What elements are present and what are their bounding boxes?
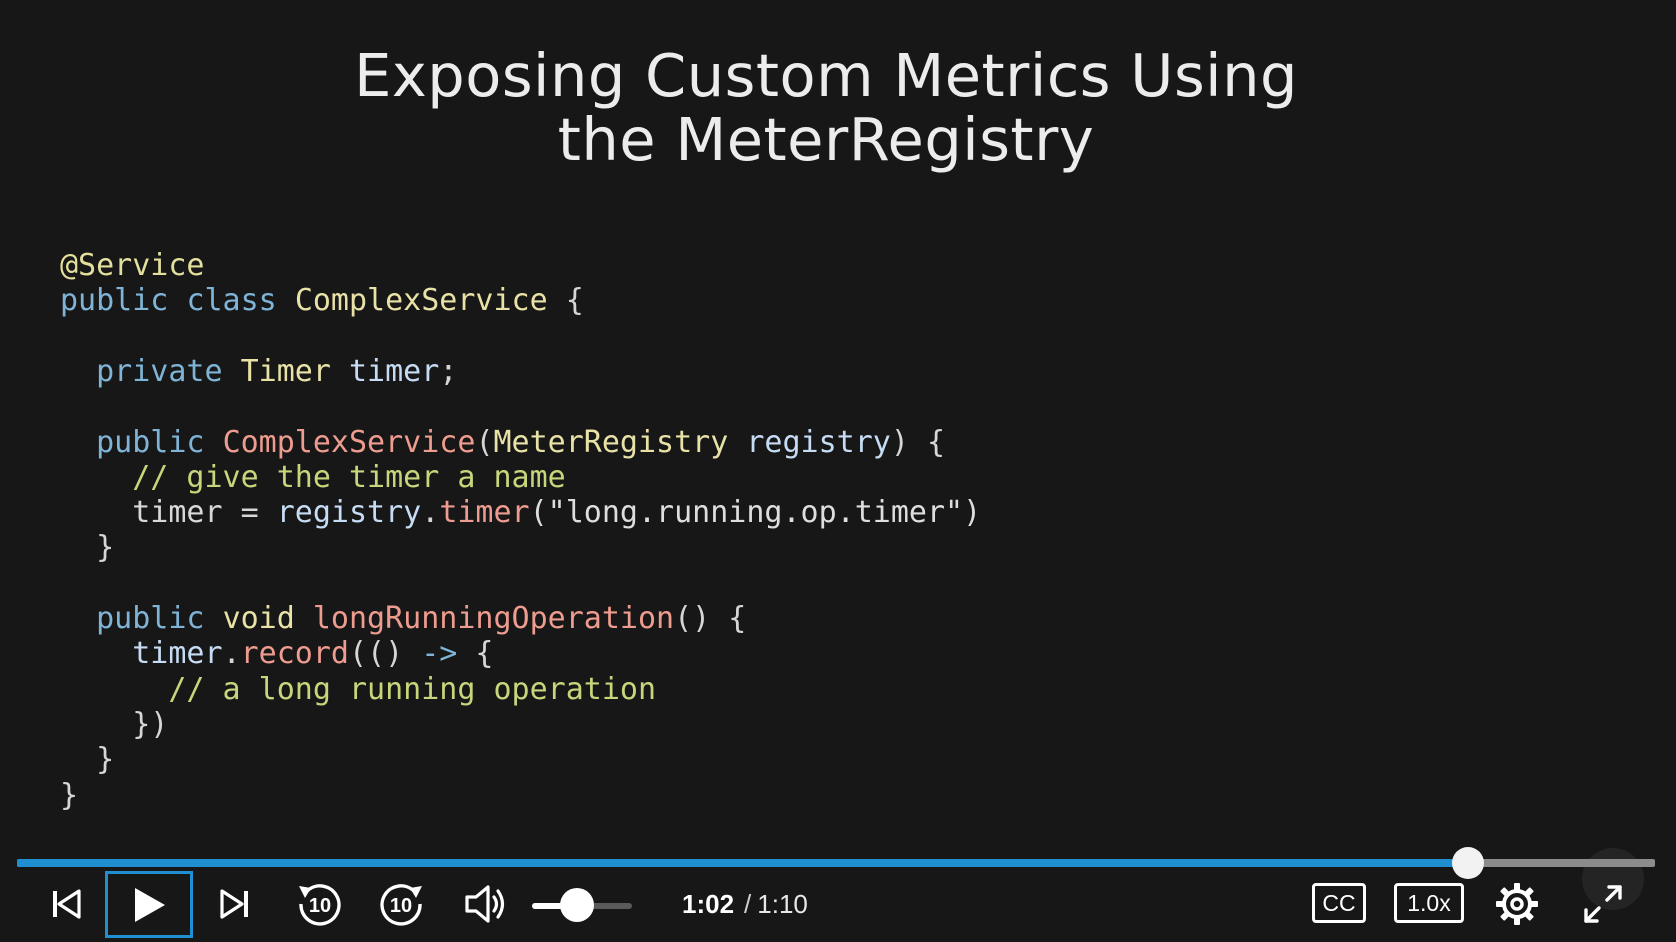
code-line: public class ComplexService { xyxy=(60,282,584,320)
forward-10-icon: 10 xyxy=(380,884,422,926)
slide-title-line1: Exposing Custom Metrics Using xyxy=(354,41,1298,110)
rewind-10-button[interactable]: 10 xyxy=(293,873,345,935)
skip-next-button[interactable] xyxy=(213,873,257,935)
fullscreen-button[interactable] xyxy=(1576,873,1630,935)
code-token: . xyxy=(222,636,241,672)
code-token: @Service xyxy=(60,248,205,283)
code-line: timer.record(() -> { xyxy=(60,635,494,673)
code-token: ; xyxy=(439,353,458,389)
code-line: } xyxy=(60,529,114,567)
code-token: // a long running operation xyxy=(168,671,657,707)
video-frame[interactable]: Exposing Custom Metrics Using the MeterR… xyxy=(0,0,1676,942)
code-line: @Service xyxy=(60,247,205,285)
settings-button[interactable] xyxy=(1491,873,1543,935)
code-token: = xyxy=(222,495,277,531)
forward-seconds-label: 10 xyxy=(390,895,412,917)
code-token: registry xyxy=(276,495,422,531)
code-token: { xyxy=(547,283,584,319)
code-token: . xyxy=(421,495,440,531)
code-token: timer xyxy=(439,495,530,531)
code-token: timer xyxy=(349,353,440,389)
code-line: } xyxy=(60,741,114,779)
captions-button[interactable]: CC xyxy=(1312,883,1366,923)
code-token: } xyxy=(60,777,79,813)
code-token: -> xyxy=(421,636,458,672)
code-token: (() xyxy=(349,636,422,672)
code-token: record xyxy=(240,636,349,672)
code-token: registry xyxy=(746,424,891,460)
volume-slider[interactable] xyxy=(532,888,632,922)
code-token: () { xyxy=(674,601,747,636)
skip-previous-button[interactable] xyxy=(44,873,88,935)
skip-next-icon xyxy=(220,889,248,919)
mute-button[interactable] xyxy=(460,873,512,935)
time-current: 1:02 xyxy=(682,889,735,919)
code-token: Timer xyxy=(240,353,331,389)
slide-title-line2: the MeterRegistry xyxy=(557,105,1095,174)
time-display: 1:02 /1:10 xyxy=(682,882,808,926)
progress-fill xyxy=(17,859,1469,867)
code-line: } xyxy=(60,777,78,815)
fullscreen-icon xyxy=(1584,885,1622,923)
code-token: timer xyxy=(132,495,223,531)
code-token: }) xyxy=(60,706,169,742)
code-token: ) { xyxy=(890,424,946,460)
playback-speed-label: 1.0x xyxy=(1407,889,1451,916)
time-total: 1:10 xyxy=(757,889,808,919)
captions-label: CC xyxy=(1322,889,1356,916)
code-token: public xyxy=(60,283,169,319)
code-line: timer = registry.timer("long.running.op.… xyxy=(60,494,981,532)
code-line: public void longRunningOperation() { xyxy=(60,600,746,638)
code-token: } xyxy=(60,530,115,566)
code-line: }) xyxy=(60,706,168,744)
code-token: private xyxy=(96,353,223,389)
volume-icon xyxy=(465,885,505,923)
code-token: ("long.running.op.timer") xyxy=(529,495,982,531)
slide-title: Exposing Custom Metrics Using the MeterR… xyxy=(0,44,1652,172)
code-line: // a long running operation xyxy=(60,671,656,709)
code-token: class xyxy=(186,283,277,319)
code-token: } xyxy=(60,742,115,778)
skip-previous-icon xyxy=(53,889,81,919)
play-button[interactable] xyxy=(105,871,193,938)
code-line: public ComplexService(MeterRegistry regi… xyxy=(60,424,945,462)
volume-handle[interactable] xyxy=(560,888,594,922)
code-line: private Timer timer; xyxy=(60,353,457,391)
rewind-10-icon: 10 xyxy=(299,884,341,926)
settings-gear-icon xyxy=(1496,883,1538,925)
code-token: MeterRegistry xyxy=(493,424,729,460)
code-token: { xyxy=(457,636,494,672)
code-token: public xyxy=(96,424,205,460)
progress-bar[interactable] xyxy=(17,847,1655,879)
play-icon xyxy=(135,887,165,922)
time-separator: / xyxy=(744,889,752,919)
code-token: ComplexService xyxy=(294,283,548,319)
code-token: void xyxy=(222,601,295,636)
code-token: longRunningOperation xyxy=(312,601,675,636)
forward-10-button[interactable]: 10 xyxy=(376,873,428,935)
code-token: // give the timer a name xyxy=(132,459,566,495)
rewind-seconds-label: 10 xyxy=(309,895,331,917)
code-token: timer xyxy=(132,636,223,672)
code-token: ComplexService xyxy=(222,424,476,460)
code-line: // give the timer a name xyxy=(60,459,566,497)
playback-speed-button[interactable]: 1.0x xyxy=(1394,883,1464,923)
code-token: public xyxy=(96,601,205,636)
code-token: ( xyxy=(475,424,494,460)
